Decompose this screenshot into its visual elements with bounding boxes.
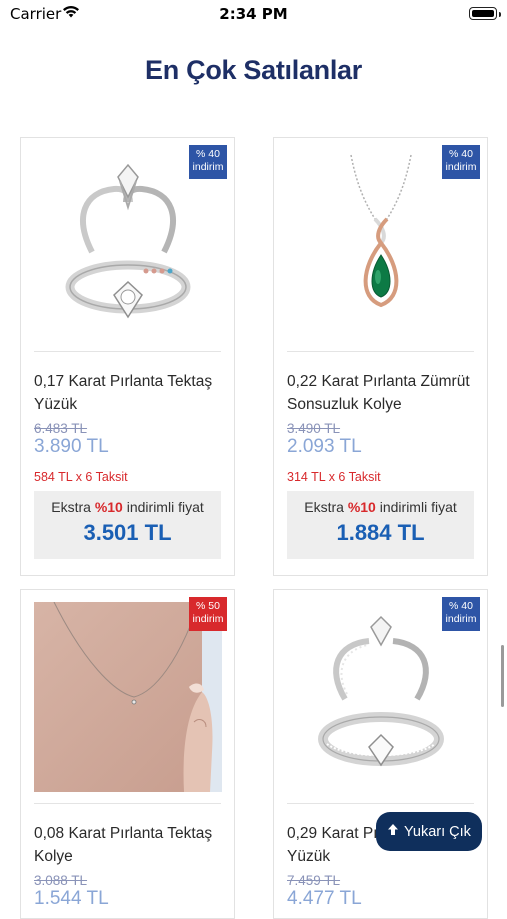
scroll-to-top-label: Yukarı Çık [404,823,471,840]
badge-percent: % 50 [196,600,220,612]
badge-label: indirim [192,613,224,625]
product-name[interactable]: 0,22 Karat Pırlanta Zümrüt Sonsuzluk Kol… [287,370,487,416]
badge-label: indirim [445,161,477,173]
old-price: 6.483 TL [34,421,88,436]
old-price: 3.088 TL [34,873,88,888]
status-bar: Carrier 2:34 PM [0,0,507,30]
installment-info: 584 TL x 6 Taksit [34,470,128,484]
extra-discount-box: Ekstra %10 indirimli fiyat 3.501 TL [34,491,221,559]
extra-percent: %10 [94,499,123,515]
divider [34,803,221,804]
extra-price: 1.884 TL [336,520,425,545]
badge-percent: % 40 [196,148,220,160]
page-title: En Çok Satılanlar [145,55,362,85]
product-name[interactable]: 0,17 Karat Pırlanta Tektaş Yüzük [34,370,234,416]
product-card[interactable]: % 40 indirim 0,17 Karat Pırlanta Tektaş … [20,137,235,576]
product-name[interactable]: 0,08 Karat Pırlanta Tektaş Kolye [34,822,234,868]
extra-prefix: Ekstra [51,499,95,515]
extra-discount-label: Ekstra %10 indirimli fiyat [287,491,474,515]
discount-badge: % 50 indirim [189,597,227,631]
discount-badge: % 40 indirim [442,597,480,631]
discount-badge: % 40 indirim [442,145,480,179]
badge-label: indirim [192,161,224,173]
divider [287,351,474,352]
badge-percent: % 40 [449,600,473,612]
scroll-indicator[interactable] [501,645,504,707]
extra-price: 3.501 TL [83,520,172,545]
price: 2.093 TL [287,436,362,457]
clock: 2:34 PM [219,5,288,23]
product-card[interactable]: % 40 indirim 0,22 Karat Pırlanta Zümrüt … [273,137,488,576]
battery-icon [469,7,501,20]
divider [34,351,221,352]
old-price: 3.490 TL [287,421,341,436]
discount-badge: % 40 indirim [189,145,227,179]
installment-info: 314 TL x 6 Taksit [287,470,381,484]
price: 1.544 TL [34,888,109,909]
price: 3.890 TL [34,436,109,457]
old-price: 7.459 TL [287,873,341,888]
extra-discount-box: Ekstra %10 indirimli fiyat 1.884 TL [287,491,474,559]
extra-percent: %10 [347,499,376,515]
extra-suffix: indirimli fiyat [375,499,457,515]
badge-label: indirim [445,613,477,625]
extra-discount-label: Ekstra %10 indirimli fiyat [34,491,221,515]
divider [287,803,474,804]
arrow-up-icon [387,823,399,840]
price: 4.477 TL [287,888,362,909]
scroll-to-top-button[interactable]: Yukarı Çık [376,812,482,851]
badge-percent: % 40 [449,148,473,160]
product-card[interactable]: % 50 indirim 0,08 Karat Pırlanta Tektaş … [20,589,235,919]
extra-prefix: Ekstra [304,499,348,515]
extra-suffix: indirimli fiyat [122,499,204,515]
product-card[interactable]: % 40 indirim 0,29 Karat Pırlanta Tektaş … [273,589,488,919]
